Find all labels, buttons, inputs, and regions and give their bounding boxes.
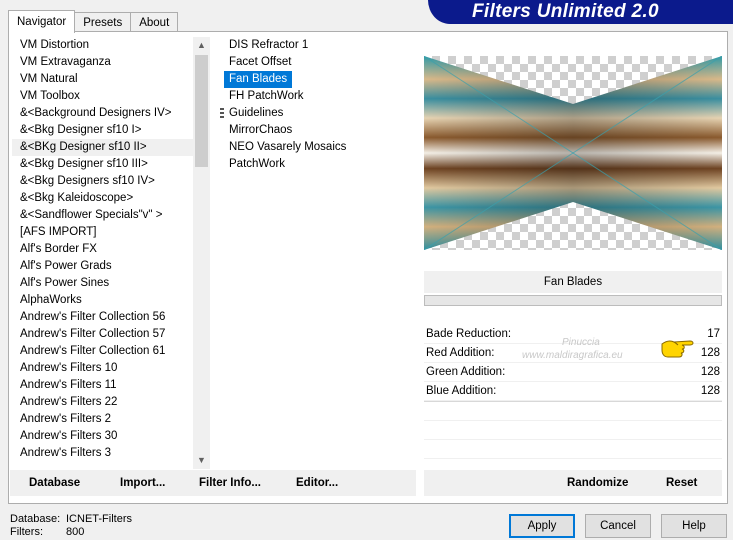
category-item[interactable]: VM Toolbox bbox=[12, 88, 207, 105]
control-label: Blue Addition: bbox=[426, 385, 497, 397]
control-value[interactable]: 128 bbox=[701, 344, 720, 362]
control-empty-slot bbox=[424, 421, 722, 440]
app-title: Filters Unlimited 2.0 bbox=[472, 1, 659, 22]
left-button-bar: Database Import... Filter Info... Editor… bbox=[10, 470, 416, 496]
fan-blades-preview-image bbox=[423, 55, 723, 251]
category-item[interactable]: Andrew's Filter Collection 61 bbox=[12, 343, 207, 360]
category-item[interactable]: Alf's Power Grads bbox=[12, 258, 207, 275]
filter-preview bbox=[423, 55, 723, 251]
category-item[interactable]: &<Sandflower Specials"v" > bbox=[12, 207, 207, 224]
watermark-name: Pinuccia bbox=[562, 337, 600, 348]
category-item[interactable]: Andrew's Filters 22 bbox=[12, 394, 207, 411]
category-scrollbar[interactable]: ▲ ▼ bbox=[193, 37, 210, 469]
control-empty-slot bbox=[424, 401, 722, 421]
tab-bar: Navigator Presets About bbox=[8, 10, 179, 33]
right-button-bar: Randomize Reset bbox=[424, 470, 722, 496]
progress-bar bbox=[424, 295, 722, 306]
category-item[interactable]: VM Natural bbox=[12, 71, 207, 88]
editor-button[interactable]: Editor... bbox=[296, 470, 338, 496]
category-item[interactable]: Andrew's Filters 3 bbox=[12, 445, 207, 462]
category-item[interactable]: Andrew's Filters 2 bbox=[12, 411, 207, 428]
filters-count: 800 bbox=[66, 526, 85, 538]
category-item[interactable]: Alf's Border FX bbox=[12, 241, 207, 258]
title-banner: Filters Unlimited 2.0 bbox=[428, 0, 733, 24]
tab-presets[interactable]: Presets bbox=[74, 12, 132, 33]
category-item[interactable]: &<Bkg Designer sf10 III> bbox=[12, 156, 207, 173]
category-item-selected[interactable]: &<BKg Designer sf10 II> bbox=[12, 139, 207, 156]
cancel-button[interactable]: Cancel bbox=[585, 514, 651, 538]
reset-button[interactable]: Reset bbox=[666, 470, 697, 496]
database-button[interactable]: Database bbox=[29, 470, 80, 496]
filter-item[interactable]: DIS Refractor 1 bbox=[224, 37, 414, 54]
database-label: Database: bbox=[10, 513, 61, 525]
filter-item[interactable]: NEO Vasarely Mosaics bbox=[224, 139, 414, 156]
filter-item[interactable]: FH PatchWork bbox=[224, 88, 414, 105]
import-button[interactable]: Import... bbox=[120, 470, 165, 496]
category-item[interactable]: [AFS IMPORT] bbox=[12, 224, 207, 241]
control-value[interactable]: 128 bbox=[701, 382, 720, 400]
scroll-up-icon[interactable]: ▲ bbox=[193, 37, 210, 54]
filters-label: Filters: bbox=[10, 526, 43, 538]
help-button[interactable]: Help bbox=[661, 514, 727, 538]
filter-item[interactable]: PatchWork bbox=[224, 156, 414, 173]
scroll-thumb[interactable] bbox=[195, 55, 208, 167]
control-label: Red Addition: bbox=[426, 347, 495, 359]
category-item[interactable]: Andrew's Filters 30 bbox=[12, 428, 207, 445]
category-item[interactable]: VM Extravaganza bbox=[12, 54, 207, 71]
status-area: Database: ICNET-Filters Filters: 800 bbox=[10, 513, 132, 539]
watermark-url: www.maldiragrafica.eu bbox=[522, 350, 623, 361]
watermark: Pinuccia www.maldiragrafica.eu bbox=[522, 336, 623, 362]
category-item[interactable]: &<Bkg Designers sf10 IV> bbox=[12, 173, 207, 190]
control-green-addition[interactable]: Green Addition: 128 bbox=[424, 363, 722, 382]
randomize-button[interactable]: Randomize bbox=[567, 470, 628, 496]
category-item[interactable]: &<Background Designers IV> bbox=[12, 105, 207, 122]
selected-filter-title: Fan Blades bbox=[424, 271, 722, 293]
category-item[interactable]: Alf's Power Sines bbox=[12, 275, 207, 292]
pointing-hand-icon bbox=[660, 336, 698, 361]
tab-navigator[interactable]: Navigator bbox=[8, 10, 76, 33]
control-label: Green Addition: bbox=[426, 366, 506, 378]
filter-item[interactable]: Guidelines bbox=[224, 105, 414, 122]
filter-list[interactable]: DIS Refractor 1 Facet Offset Fan Blades … bbox=[224, 37, 414, 173]
category-item[interactable]: VM Distortion bbox=[12, 37, 207, 54]
control-empty-slot bbox=[424, 440, 722, 459]
scroll-down-icon[interactable]: ▼ bbox=[193, 452, 210, 469]
filter-info-button[interactable]: Filter Info... bbox=[199, 470, 261, 496]
filter-item-selected[interactable]: Fan Blades bbox=[224, 71, 293, 88]
filter-item[interactable]: Facet Offset bbox=[224, 54, 414, 71]
category-item[interactable]: AlphaWorks bbox=[12, 292, 207, 309]
category-item[interactable]: &<Bkg Kaleidoscope> bbox=[12, 190, 207, 207]
control-value[interactable]: 17 bbox=[707, 325, 720, 343]
control-value[interactable]: 128 bbox=[701, 363, 720, 381]
category-item[interactable]: Andrew's Filters 11 bbox=[12, 377, 207, 394]
category-item[interactable]: Andrew's Filter Collection 56 bbox=[12, 309, 207, 326]
database-value: ICNET-Filters bbox=[66, 513, 132, 525]
category-list[interactable]: VM Distortion VM Extravaganza VM Natural… bbox=[12, 37, 207, 469]
tab-about[interactable]: About bbox=[130, 12, 179, 33]
control-label: Bade Reduction: bbox=[426, 328, 512, 340]
category-item[interactable]: Andrew's Filters 10 bbox=[12, 360, 207, 377]
control-blue-addition[interactable]: Blue Addition: 128 bbox=[424, 382, 722, 401]
filter-item[interactable]: MirrorChaos bbox=[224, 122, 414, 139]
category-item[interactable]: &<Bkg Designer sf10 I> bbox=[12, 122, 207, 139]
apply-button[interactable]: Apply bbox=[509, 514, 575, 538]
category-item[interactable]: Andrew's Filter Collection 57 bbox=[12, 326, 207, 343]
